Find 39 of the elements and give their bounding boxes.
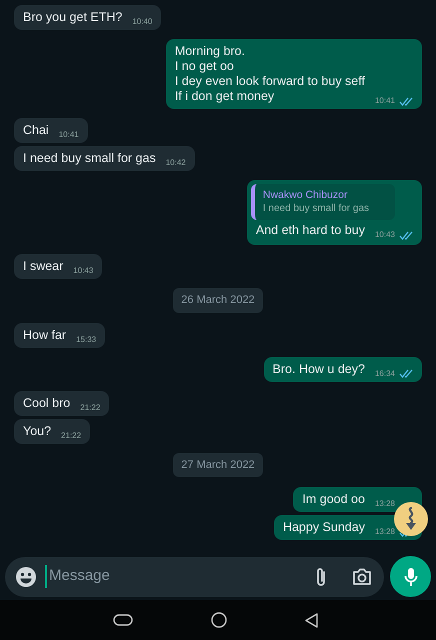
message-text: And eth hard to buy [256, 223, 365, 238]
message-time: 10:40 [132, 16, 152, 28]
message-time: 13:28 [374, 498, 395, 510]
message-text: I swear [23, 259, 64, 274]
date-label: 26 March 2022 [173, 288, 263, 312]
message-text: Im good oo [302, 492, 365, 507]
message-time: 16:34 [374, 368, 395, 380]
back-icon[interactable] [304, 612, 318, 628]
paperclip-icon[interactable] [314, 566, 328, 588]
message-field[interactable]: Message [5, 556, 384, 596]
message-time: 10:41 [374, 95, 395, 107]
message-text: Cool bro [23, 396, 70, 410]
message-time: 13:28 [374, 526, 395, 538]
message-text: Bro. How u dey? [272, 362, 365, 376]
message-time: 10:41 [58, 129, 79, 141]
message-text: I need buy small for gas [23, 151, 156, 166]
date-label: 27 March 2022 [173, 452, 263, 477]
message-time: 10:43 [73, 265, 94, 277]
camera-icon[interactable] [352, 568, 372, 586]
quote-text: I need buy small for gas [262, 202, 370, 216]
home-icon[interactable] [210, 612, 226, 628]
message-text: Happy Sunday [282, 520, 365, 535]
message-text: Bro you get ETH? [23, 10, 122, 25]
message-time: 21:22 [80, 402, 100, 414]
message-text: Chai [23, 123, 49, 138]
message-text: Morning bro. I no get oo I dey even look forward to buy seff If i don get money [174, 44, 365, 104]
message-time: 10:42 [166, 157, 186, 169]
message-text: You? [23, 424, 52, 438]
microphone-button[interactable] [390, 556, 431, 597]
scroll-down-icon[interactable] [394, 502, 428, 536]
microphone-icon [404, 566, 418, 586]
recents-icon[interactable] [112, 614, 132, 626]
message-text: How far [23, 328, 66, 342]
message-time: 15:33 [76, 334, 96, 346]
message-time: 21:22 [61, 430, 82, 442]
message-time: 10:43 [374, 229, 395, 241]
quote-author: Nwakwo Chibuzor [262, 188, 348, 202]
emoji-icon[interactable] [15, 566, 37, 588]
message-input[interactable]: Message [45, 565, 306, 588]
